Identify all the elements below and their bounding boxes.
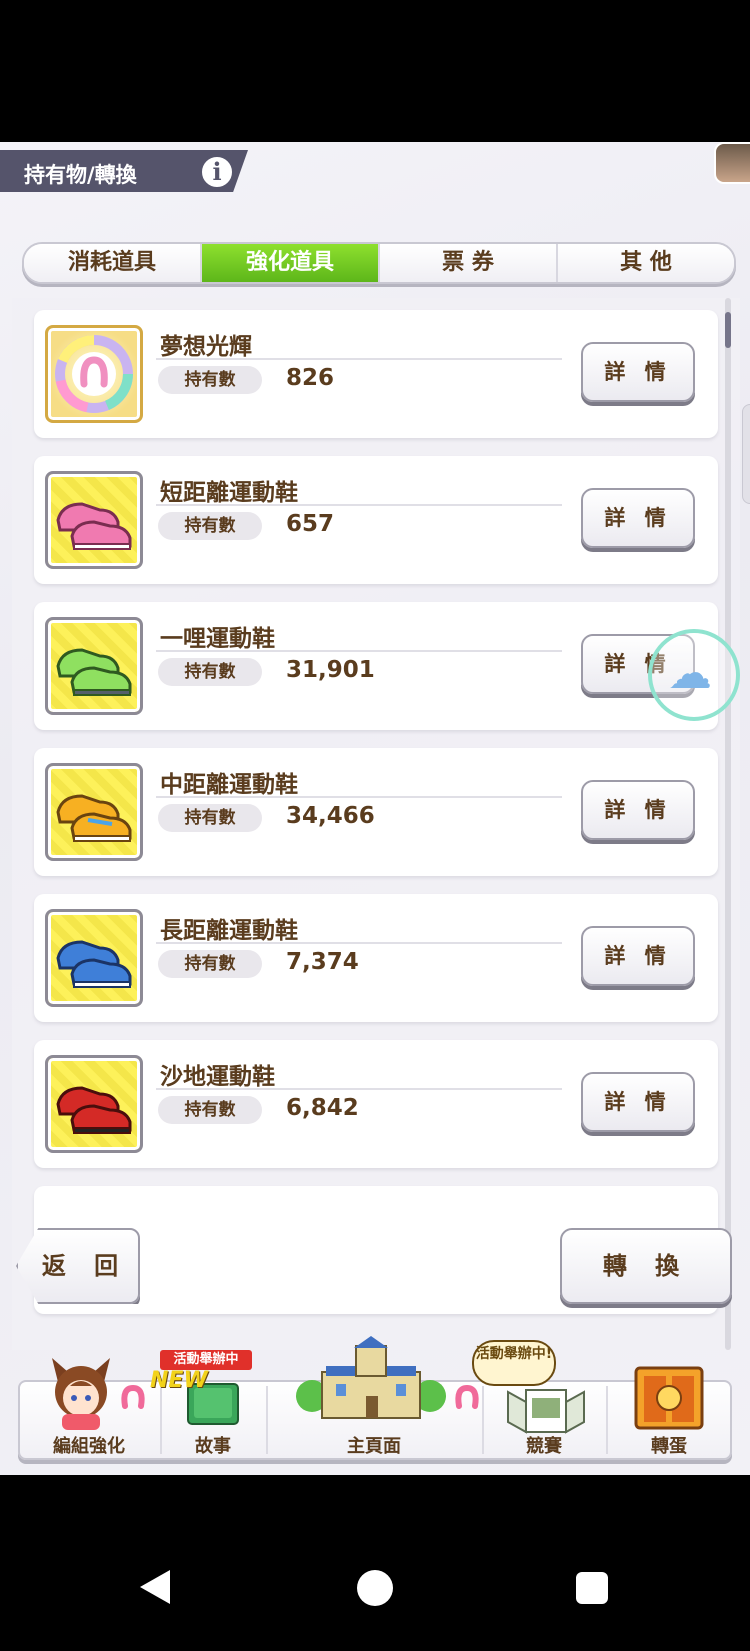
side-panel-handle[interactable]: [742, 404, 750, 504]
item-name: 一哩運動鞋: [160, 626, 275, 652]
info-icon[interactable]: i: [199, 154, 235, 190]
pink-shoes-icon: [45, 471, 143, 569]
scrollbar-track[interactable]: [725, 298, 731, 1350]
item-name: 短距離運動鞋: [160, 480, 298, 506]
gacha-gate-icon: [634, 1366, 704, 1430]
own-count: 34,466: [286, 803, 375, 829]
nav-home[interactable]: 主頁面: [266, 1336, 482, 1464]
tab-others[interactable]: 其 他: [558, 244, 734, 282]
nav-label: 故事: [195, 1436, 231, 1457]
nav-race[interactable]: 活動舉辦中! 競賽: [472, 1340, 606, 1464]
horseshoe-icon: [455, 1384, 479, 1409]
nav-team-enhance[interactable]: 編組強化: [18, 1358, 160, 1464]
own-count: 31,901: [286, 657, 375, 683]
nav-gacha[interactable]: 轉蛋: [606, 1366, 732, 1464]
page-title: 持有物/轉換: [24, 163, 137, 187]
blue-shoes-icon: [45, 909, 143, 1007]
avatar[interactable]: [714, 142, 750, 184]
school-building-icon: [296, 1336, 446, 1419]
item-list[interactable]: 夢想光輝 持有數 826 詳 情 短距離運動鞋 持有數 657 詳 情 一哩運動…: [12, 298, 740, 1350]
own-count: 6,842: [286, 1095, 359, 1121]
detail-button[interactable]: 詳 情: [581, 1072, 695, 1132]
rainbow-horseshoe-icon: [45, 325, 143, 423]
own-label: 持有數: [158, 512, 262, 540]
green-shoes-icon: [45, 617, 143, 715]
nav-label: 轉蛋: [651, 1436, 687, 1457]
divider: [156, 650, 562, 652]
divider: [156, 1088, 562, 1090]
category-tabs: 消耗道具 強化道具 票 券 其 他: [22, 242, 736, 284]
horseshoe-icon: [121, 1384, 145, 1409]
own-label: 持有數: [158, 366, 262, 394]
cloud-icon[interactable]: ☁: [668, 652, 712, 696]
red-shoes-icon: [45, 1055, 143, 1153]
own-label: 持有數: [158, 950, 262, 978]
tab-enhancement[interactable]: 強化道具: [202, 244, 380, 282]
back-icon[interactable]: [140, 1570, 170, 1604]
tab-tickets[interactable]: 票 券: [380, 244, 558, 282]
new-badge: NEW: [150, 1368, 208, 1393]
game-screen: 持有物/轉換 i 消耗道具 強化道具 票 券 其 他 夢想光輝 持有數 826 …: [0, 142, 750, 1475]
divider: [156, 504, 562, 506]
own-count: 826: [286, 365, 335, 391]
item-name: 中距離運動鞋: [160, 772, 298, 798]
item-name: 長距離運動鞋: [160, 918, 298, 944]
system-nav-bar: [0, 1475, 750, 1651]
own-count: 7,374: [286, 949, 359, 975]
yellow-shoes-icon: [45, 763, 143, 861]
own-label: 持有數: [158, 658, 262, 686]
list-item: 長距離運動鞋 持有數 7,374 詳 情: [34, 894, 718, 1022]
detail-button[interactable]: 詳 情: [581, 488, 695, 548]
divider: [156, 358, 562, 360]
detail-button[interactable]: 詳 情: [581, 342, 695, 402]
list-item: 短距離運動鞋 持有數 657 詳 情: [34, 456, 718, 584]
horse-girl-avatar-icon: [52, 1358, 110, 1430]
detail-button[interactable]: 詳 情: [581, 780, 695, 840]
list-item: 沙地運動鞋 持有數 6,842 詳 情: [34, 1040, 718, 1168]
event-badge: 活動舉辦中: [160, 1350, 252, 1370]
list-item: 一哩運動鞋 持有數 31,901 詳 情: [34, 602, 718, 730]
recent-apps-icon[interactable]: [576, 1572, 608, 1604]
nav-label: 編組強化: [53, 1436, 125, 1457]
scrollbar-thumb[interactable]: [725, 312, 731, 348]
status-area: [0, 0, 750, 142]
nav-label: 競賽: [526, 1436, 562, 1457]
list-item: 夢想光輝 持有數 826 詳 情: [34, 310, 718, 438]
divider: [156, 796, 562, 798]
event-badge: 活動舉辦中!: [472, 1340, 556, 1386]
list-item: 中距離運動鞋 持有數 34,466 詳 情: [34, 748, 718, 876]
nav-label: 主頁面: [347, 1436, 401, 1457]
convert-button[interactable]: 轉 換: [560, 1228, 732, 1304]
own-label: 持有數: [158, 804, 262, 832]
own-count: 657: [286, 511, 335, 537]
home-icon[interactable]: [357, 1570, 393, 1606]
nav-story[interactable]: 活動舉辦中 NEW 故事: [150, 1350, 266, 1464]
detail-button[interactable]: 詳 情: [581, 926, 695, 986]
back-button[interactable]: 返 回: [16, 1228, 140, 1304]
divider: [156, 942, 562, 944]
item-name: 沙地運動鞋: [160, 1064, 275, 1090]
item-name: 夢想光輝: [160, 334, 252, 360]
tab-consumables[interactable]: 消耗道具: [24, 244, 202, 282]
own-label: 持有數: [158, 1096, 262, 1124]
